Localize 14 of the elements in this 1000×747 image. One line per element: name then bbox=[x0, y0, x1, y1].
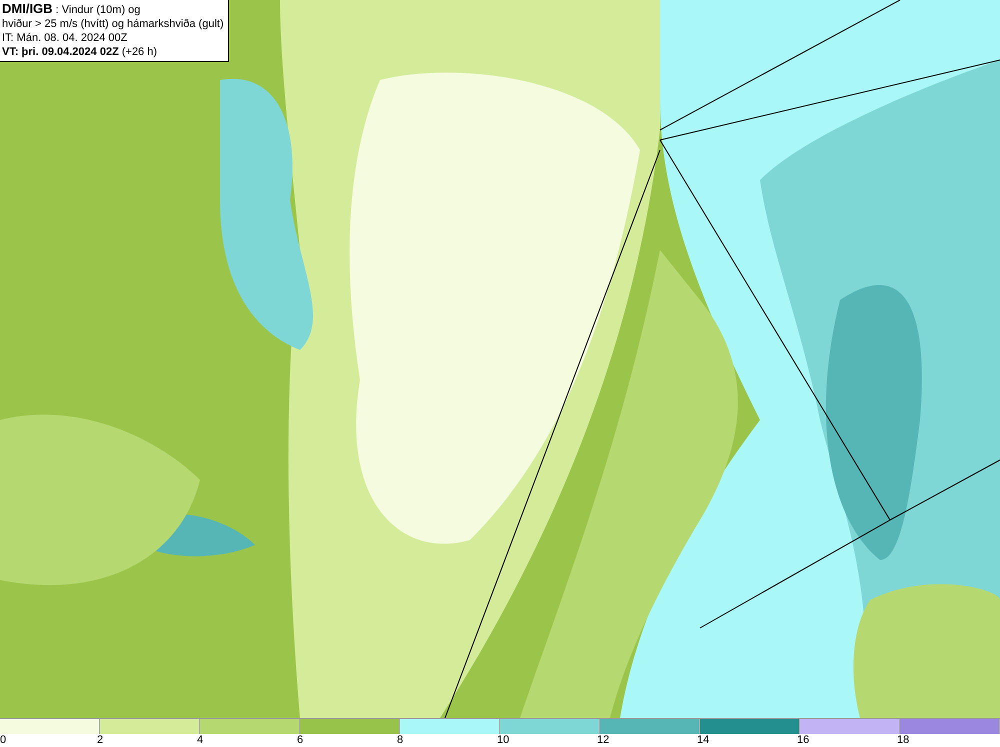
info-text: VT: þri. 09.04.2024 02Z (+26 h) bbox=[2, 45, 158, 59]
legend-label: 10 bbox=[497, 734, 510, 747]
legend-label: 18 bbox=[897, 734, 910, 747]
legend-label: 8 bbox=[397, 734, 404, 747]
legend-label: 16 bbox=[797, 734, 810, 747]
info-text: IT: Mán. 08. 04. 2024 00Z bbox=[2, 31, 128, 45]
info-text: DMI/IGB : Vindur (10m) og bbox=[2, 2, 142, 17]
legend-label: 2 bbox=[97, 734, 104, 747]
legend-label: 0 bbox=[0, 734, 6, 747]
legend-label: 12 bbox=[597, 734, 610, 747]
legend-label: 14 bbox=[697, 734, 710, 747]
info-text: hviður > 25 m/s (hvítt) og hámarkshviða (gult) bbox=[2, 17, 224, 31]
legend-label: 6 bbox=[297, 734, 304, 747]
legend-label: 4 bbox=[197, 734, 204, 747]
